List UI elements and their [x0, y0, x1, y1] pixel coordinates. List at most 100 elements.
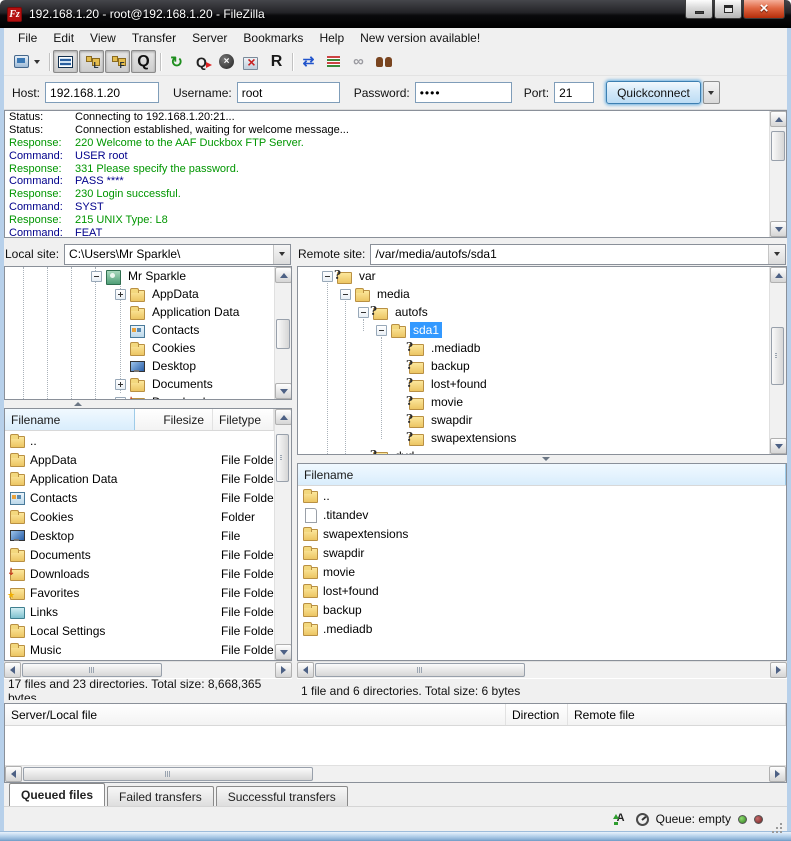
tree-item[interactable]: sda1 [298, 321, 769, 339]
local-site-combobox[interactable]: C:\Users\Mr Sparkle\ [64, 244, 291, 265]
tree-item[interactable]: swapdir [298, 411, 769, 429]
host-input[interactable] [45, 82, 159, 103]
column-header-filename[interactable]: Filename [5, 409, 135, 430]
scroll-thumb[interactable] [771, 327, 784, 385]
scroll-up-button[interactable] [770, 267, 787, 283]
tab-failed-transfers[interactable]: Failed transfers [107, 786, 214, 806]
scroll-right-button[interactable] [770, 662, 787, 678]
synchronized-browsing-icon[interactable]: ∞ [346, 50, 371, 73]
scroll-up-button[interactable] [275, 267, 292, 283]
resize-grip[interactable] [770, 813, 783, 826]
scroll-left-button[interactable] [4, 662, 21, 678]
remote-splitter[interactable] [297, 455, 787, 463]
scroll-up-button[interactable] [275, 409, 292, 425]
file-row[interactable]: lost+found [298, 581, 786, 600]
disconnect-icon[interactable]: × [239, 50, 264, 73]
quickconnect-dropdown-button[interactable] [703, 81, 720, 104]
menu-new-version[interactable]: New version available! [352, 29, 488, 47]
remote-site-dropdown-button[interactable] [768, 245, 785, 264]
file-row[interactable]: Links File Folder [5, 602, 274, 621]
file-row[interactable]: Desktop File [5, 526, 274, 545]
file-row[interactable]: .. [5, 431, 274, 450]
tree-item[interactable]: autofs [298, 303, 769, 321]
tree-item[interactable]: backup [298, 357, 769, 375]
tree-item[interactable]: lost+found [298, 375, 769, 393]
file-row[interactable]: swapdir [298, 543, 786, 562]
tab-queued-files[interactable]: Queued files [9, 783, 105, 806]
scroll-up-button[interactable] [770, 111, 787, 127]
toggle-local-tree-icon[interactable] [79, 50, 104, 73]
log-scrollbar[interactable] [769, 111, 786, 237]
file-row[interactable]: Local Settings File Folder [5, 621, 274, 640]
remote-horizontal-scrollbar[interactable] [297, 661, 787, 678]
column-header-filename[interactable]: Filename [298, 464, 786, 485]
file-row[interactable]: .titandev [298, 505, 786, 524]
cancel-icon[interactable]: × [214, 50, 239, 73]
file-row[interactable]: Cookies Folder [5, 507, 274, 526]
minimize-button[interactable] [685, 0, 713, 19]
expander-icon[interactable] [91, 271, 102, 282]
close-button[interactable] [743, 0, 785, 19]
username-input[interactable] [237, 82, 340, 103]
tree-item[interactable]: AppData [5, 285, 274, 303]
toggle-queue-icon[interactable]: Q [131, 50, 156, 73]
title-bar[interactable]: Fz 192.168.1.20 - root@192.168.1.20 - Fi… [0, 0, 791, 28]
file-row[interactable]: Music File Folder [5, 640, 274, 659]
directory-comparison-icon[interactable]: ⇄ [296, 50, 321, 73]
expander-icon[interactable] [376, 325, 387, 336]
expander-icon[interactable] [322, 271, 333, 282]
find-files-icon[interactable] [371, 50, 396, 73]
scroll-thumb[interactable] [276, 319, 290, 349]
tree-item[interactable]: Application Data [5, 303, 274, 321]
menu-file[interactable]: File [10, 29, 45, 47]
file-row[interactable]: AppData File Folder [5, 450, 274, 469]
tree-item[interactable]: Documents [5, 375, 274, 393]
local-splitter[interactable] [4, 400, 292, 408]
scroll-thumb[interactable] [771, 131, 785, 161]
tree-item[interactable]: .mediadb [298, 339, 769, 357]
remote-site-combobox[interactable]: /var/media/autofs/sda1 [370, 244, 786, 265]
scroll-thumb[interactable] [23, 767, 313, 781]
tree-item[interactable]: var [298, 267, 769, 285]
remote-tree-scrollbar[interactable] [769, 267, 786, 454]
password-input[interactable] [415, 82, 512, 103]
file-row[interactable]: Downloads File Folder [5, 564, 274, 583]
tree-item[interactable]: Contacts [5, 321, 274, 339]
quickconnect-button[interactable]: Quickconnect [606, 81, 701, 104]
column-header-remote-file[interactable]: Remote file [568, 704, 786, 725]
queue-horizontal-scrollbar[interactable] [5, 765, 786, 782]
local-tree-scrollbar[interactable] [274, 267, 291, 399]
menu-transfer[interactable]: Transfer [124, 29, 184, 47]
scroll-down-button[interactable] [275, 383, 292, 399]
menu-help[interactable]: Help [311, 29, 352, 47]
file-row[interactable]: movie [298, 562, 786, 581]
speed-limits-icon[interactable] [636, 813, 649, 826]
tree-item[interactable]: movie [298, 393, 769, 411]
expander-icon[interactable] [340, 289, 351, 300]
tree-item[interactable]: media [298, 285, 769, 303]
scroll-thumb[interactable] [315, 663, 525, 677]
column-header-server-local-file[interactable]: Server/Local file [5, 704, 506, 725]
local-list-scrollbar[interactable] [274, 409, 291, 660]
toggle-remote-tree-icon[interactable] [105, 50, 130, 73]
expander-icon[interactable] [115, 289, 126, 300]
tab-successful-transfers[interactable]: Successful transfers [216, 786, 348, 806]
menu-edit[interactable]: Edit [45, 29, 82, 47]
scroll-left-button[interactable] [297, 662, 314, 678]
tree-item[interactable]: Downloads [5, 393, 274, 399]
tree-item[interactable]: swapextensions [298, 429, 769, 447]
file-row[interactable]: Application Data File Folder [5, 469, 274, 488]
file-row[interactable]: .mediadb [298, 619, 786, 638]
menu-view[interactable]: View [82, 29, 124, 47]
column-header-direction[interactable]: Direction [506, 704, 568, 725]
local-horizontal-scrollbar[interactable] [4, 661, 292, 678]
scroll-thumb[interactable] [22, 663, 162, 677]
reconnect-icon[interactable]: R [264, 50, 289, 73]
file-row[interactable]: backup [298, 600, 786, 619]
scroll-left-button[interactable] [5, 766, 22, 782]
file-row[interactable]: Contacts File Folder [5, 488, 274, 507]
local-site-dropdown-button[interactable] [273, 245, 290, 264]
file-row[interactable]: Documents File Folder [5, 545, 274, 564]
port-input[interactable] [554, 82, 594, 103]
file-row[interactable]: swapextensions [298, 524, 786, 543]
